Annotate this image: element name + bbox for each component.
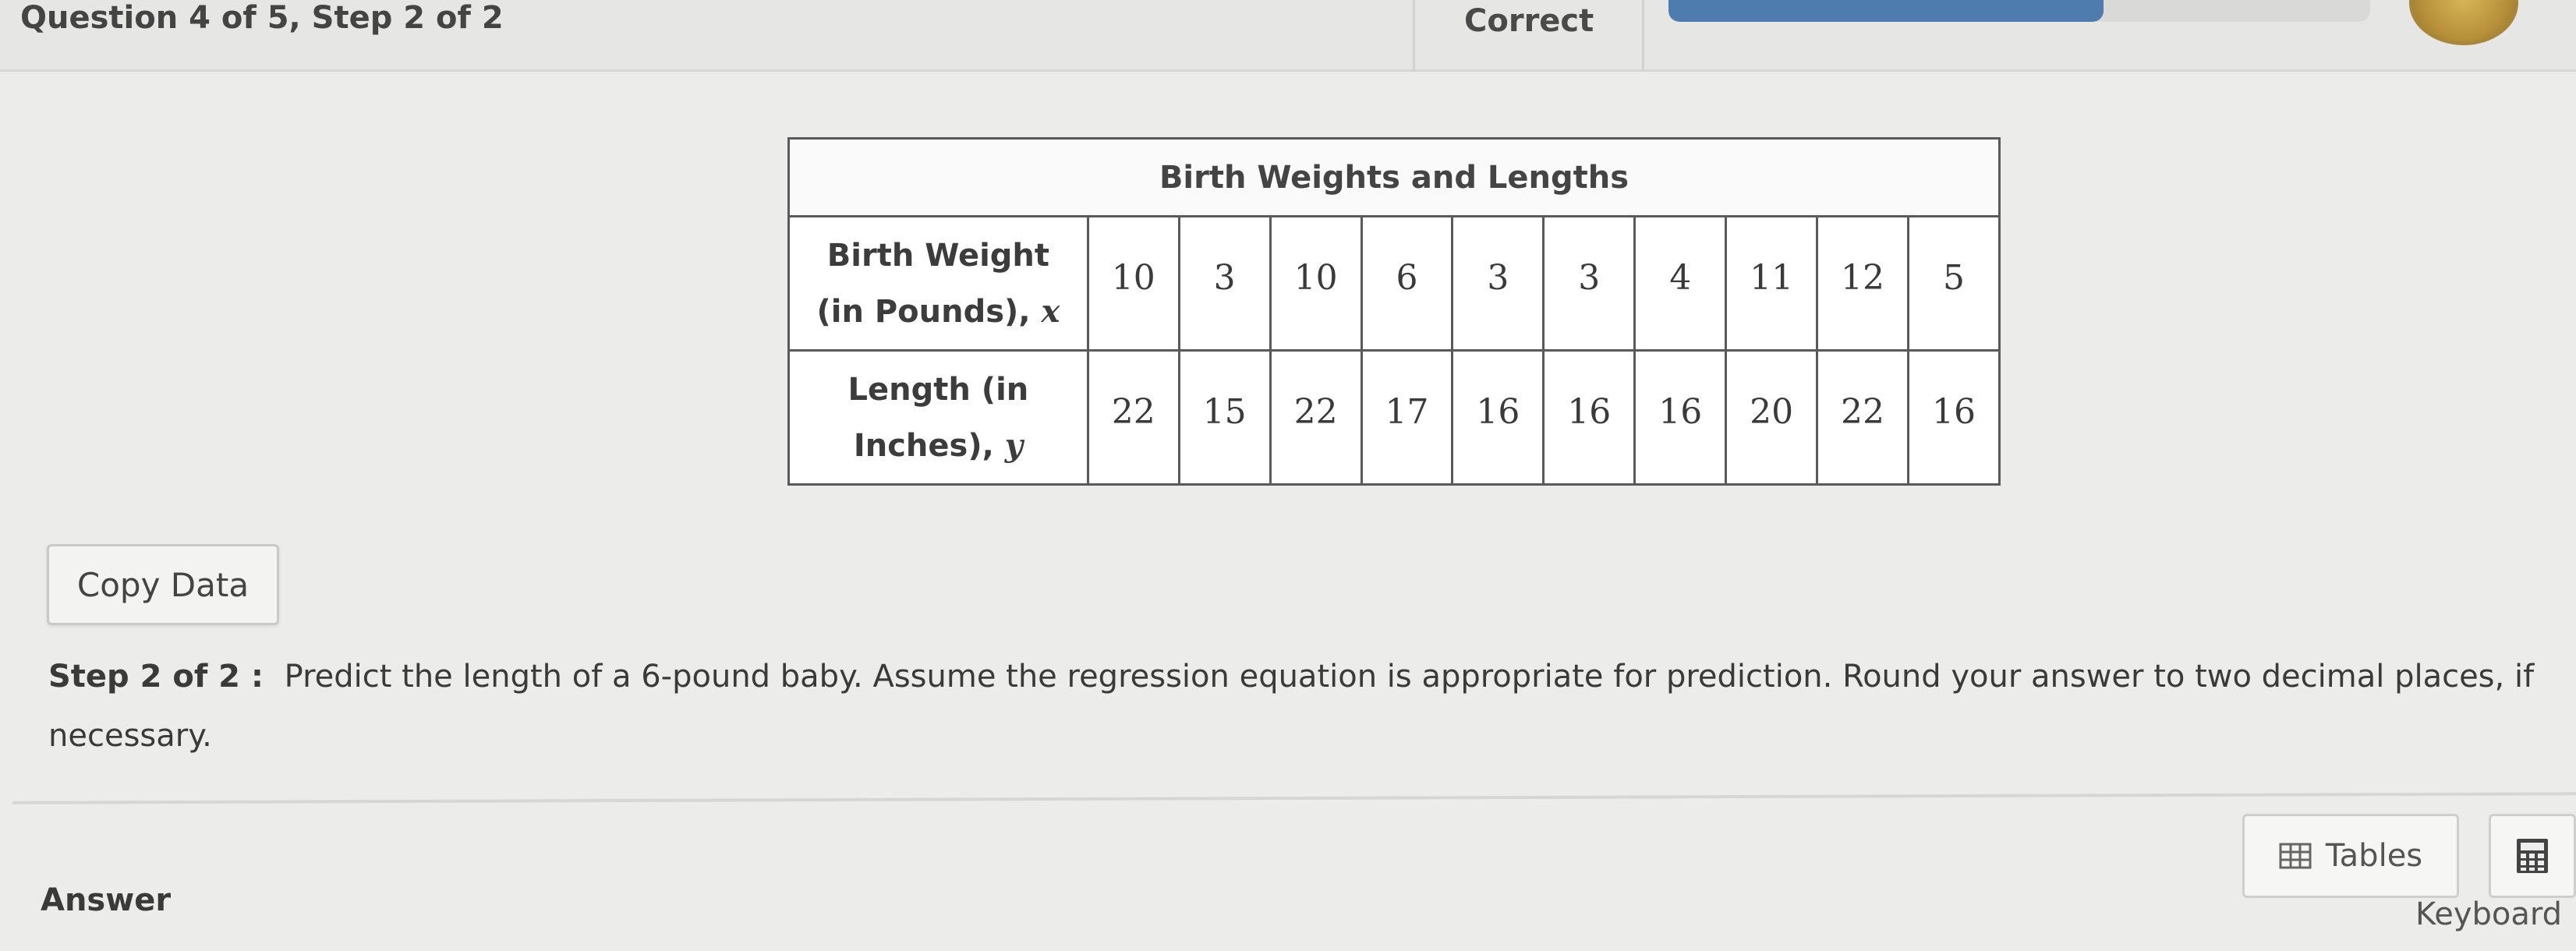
row-header-line1: Length (in	[847, 371, 1029, 408]
table-cell: 16	[1906, 349, 2001, 486]
table-cell: 3	[1451, 215, 1545, 352]
variable-symbol: x	[1041, 292, 1060, 330]
header-bar: Question 4 of 5, Step 2 of 2 Correct	[0, 0, 2576, 72]
row-header-line2: Inches),	[853, 427, 994, 464]
table-cell: 15	[1177, 349, 1272, 486]
step-label: Step 2 of 2 :	[48, 659, 264, 695]
reward-coin-icon	[2409, 0, 2518, 45]
table-cell: 6	[1360, 215, 1454, 352]
answer-label: Answer	[41, 882, 172, 918]
calculator-icon	[2517, 839, 2548, 873]
row-header-line2: (in Pounds),	[816, 293, 1031, 330]
table-grid-icon	[2279, 843, 2312, 869]
table-cell: 3	[1177, 215, 1272, 352]
table-cell: 3	[1542, 215, 1637, 352]
row-header-line1: Birth Weight	[826, 237, 1050, 274]
page: Question 4 of 5, Step 2 of 2 Correct Bir…	[0, 0, 2576, 951]
question-progress-label: Question 4 of 5, Step 2 of 2	[20, 0, 504, 36]
table-cell: 10	[1269, 215, 1363, 352]
table-cell: 16	[1542, 349, 1637, 486]
status-label: Correct	[1464, 3, 1594, 39]
table-cell: 10	[1086, 215, 1180, 352]
answer-divider	[12, 792, 2576, 804]
table-caption-row: Birth Weights and Lengths	[787, 137, 2001, 217]
table-cell: 22	[1269, 349, 1363, 486]
table-cell: 16	[1451, 349, 1545, 486]
variable-symbol: y	[1004, 426, 1023, 464]
table-row-length: Length (in Inches), y 22 15 22 17 16 16 …	[787, 349, 2001, 486]
birth-data-table: Birth Weights and Lengths Birth Weight (…	[787, 137, 2001, 486]
table-cell: 11	[1725, 215, 1819, 352]
table-row-weight: Birth Weight (in Pounds), x 10 3 10 6 3 …	[787, 215, 2001, 352]
row-header-weight: Birth Weight (in Pounds), x	[787, 215, 1089, 352]
copy-data-button[interactable]: Copy Data	[47, 544, 279, 625]
table-cell: 4	[1633, 215, 1728, 352]
question-prompt: Step 2 of 2 : Predict the length of a 6-…	[48, 647, 2551, 765]
header-divider	[1413, 0, 1415, 72]
tables-button-label: Tables	[2325, 838, 2423, 874]
table-cell: 12	[1816, 215, 1909, 352]
table-cell: 16	[1633, 349, 1728, 486]
question-text: Predict the length of a 6-pound baby. As…	[48, 659, 2535, 754]
calculator-button[interactable]	[2489, 814, 2576, 898]
table-cell: 5	[1906, 215, 2001, 352]
table-cell: 17	[1360, 349, 1454, 486]
keyboard-toggle[interactable]: Keyboard	[2415, 896, 2562, 932]
tables-button[interactable]: Tables	[2242, 814, 2459, 898]
table-cell: 20	[1725, 349, 1819, 486]
progress-bar	[1668, 0, 2370, 22]
table-cell: 22	[1816, 349, 1909, 486]
progress-bar-fill	[1668, 0, 2104, 22]
table-cell: 22	[1086, 349, 1180, 486]
row-header-length: Length (in Inches), y	[787, 349, 1089, 486]
table-caption: Birth Weights and Lengths	[787, 137, 2001, 217]
header-divider	[1642, 0, 1644, 72]
